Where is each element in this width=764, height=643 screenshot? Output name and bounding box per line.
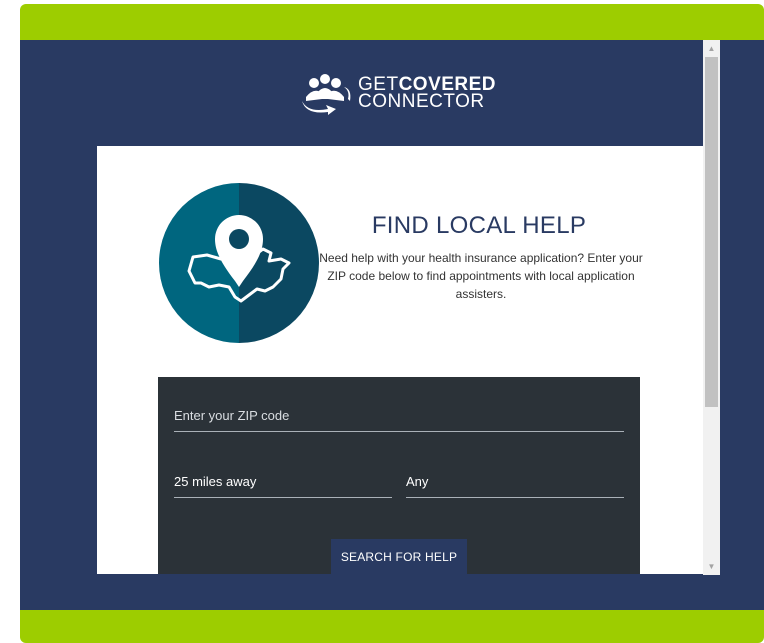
page-frame: GETCOVERED CONNECTOR FIND LOCAL HELP Nee… xyxy=(20,4,764,643)
distance-select[interactable]: 25 miles away xyxy=(174,471,392,498)
scroll-up-arrow-icon[interactable]: ▲ xyxy=(703,40,720,57)
search-for-help-button[interactable]: SEARCH FOR HELP xyxy=(331,539,467,574)
assister-type-select[interactable]: Any xyxy=(406,471,624,498)
page-title: FIND LOCAL HELP xyxy=(371,212,587,239)
zip-code-input[interactable]: Enter your ZIP code xyxy=(174,405,624,432)
find-help-card: FIND LOCAL HELP Need help with your heal… xyxy=(97,146,703,574)
people-group-logo-icon xyxy=(302,74,351,115)
vertical-scrollbar[interactable]: ▲ ▼ xyxy=(703,40,720,575)
scroll-down-arrow-icon[interactable]: ▼ xyxy=(703,558,720,575)
search-panel: Enter your ZIP code 25 miles away Any SE… xyxy=(158,377,640,574)
logo-text-connector: CONNECTOR xyxy=(358,91,485,112)
get-covered-connector-logo: GETCOVERED CONNECTOR xyxy=(298,68,538,118)
map-pin-usa-icon xyxy=(159,183,319,343)
intro-description: Need help with your health insurance app… xyxy=(319,251,643,301)
scrollbar-thumb[interactable] xyxy=(705,57,718,407)
content-viewport: GETCOVERED CONNECTOR FIND LOCAL HELP Nee… xyxy=(20,40,764,610)
